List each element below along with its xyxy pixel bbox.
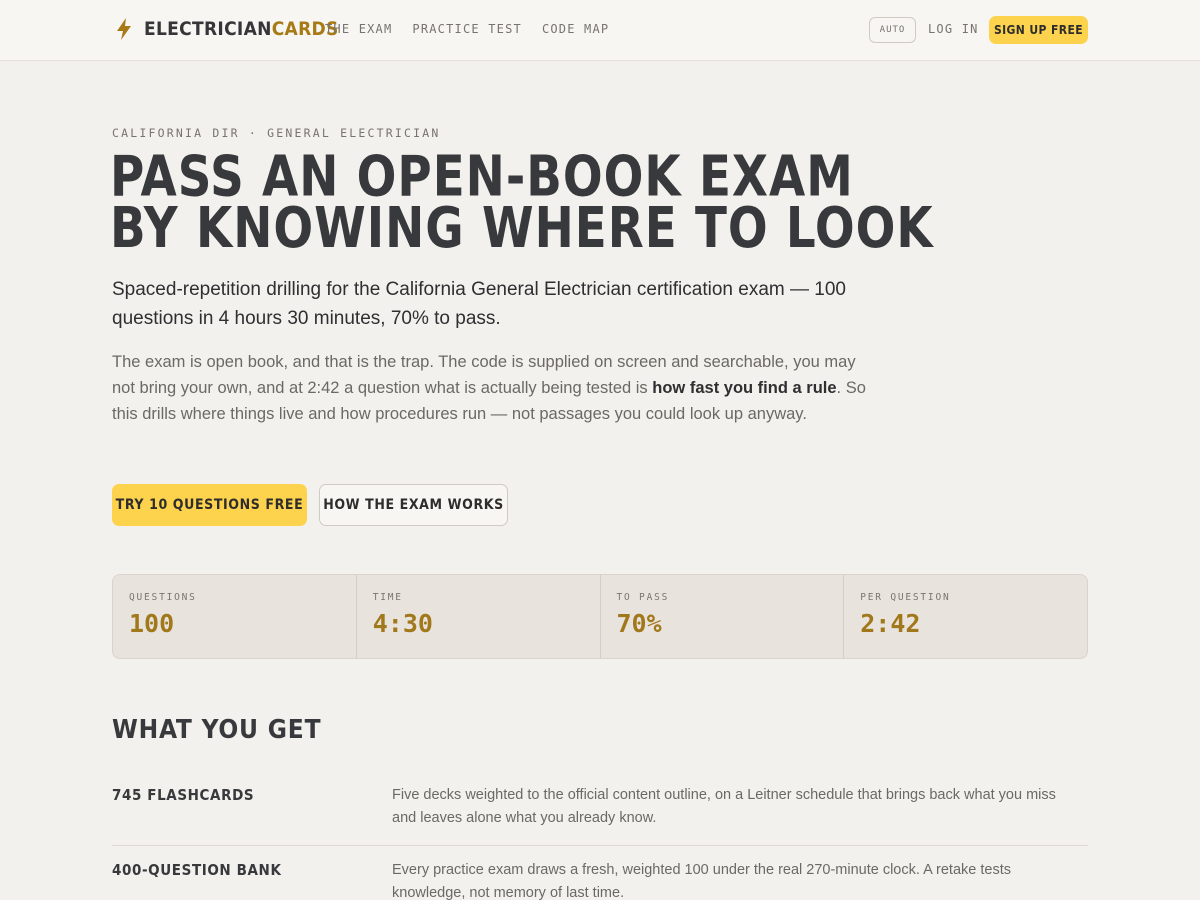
exam-stats: QUESTIONS 100 TIME 4:30 TO PASS 70% PER … bbox=[112, 574, 1088, 659]
stat-value: 2:42 bbox=[860, 609, 921, 638]
stat-time: TIME 4:30 bbox=[357, 575, 601, 658]
logo-wordmark: ELECTRICIANCARDS bbox=[144, 18, 339, 40]
lightning-bolt-icon bbox=[117, 18, 131, 40]
feature-description: Five decks weighted to the official cont… bbox=[392, 787, 1056, 826]
hero-title-line2: BY KNOWING WHERE TO LOOK bbox=[110, 196, 934, 262]
site-header: ELECTRICIANCARDS THE EXAM PRACTICE TEST … bbox=[0, 0, 1200, 61]
feature-item-flashcards: 745 FLASHCARDS Five decks weighted to th… bbox=[112, 784, 1088, 846]
theme-toggle-button[interactable]: AUTO bbox=[869, 17, 916, 43]
feature-title: 745 FLASHCARDS bbox=[112, 786, 255, 804]
stat-value: 4:30 bbox=[372, 609, 433, 638]
stat-to-pass: TO PASS 70% bbox=[601, 575, 845, 658]
nav-the-exam[interactable]: THE EXAM bbox=[325, 22, 392, 36]
how-exam-works-button[interactable]: HOW THE EXAM WORKS bbox=[319, 484, 508, 526]
signup-button[interactable]: SIGN UP FREE bbox=[989, 16, 1088, 44]
stat-questions: QUESTIONS 100 bbox=[113, 575, 357, 658]
features-heading: WHAT YOU GET bbox=[112, 715, 322, 745]
main-nav: THE EXAM PRACTICE TEST CODE MAP bbox=[325, 22, 609, 36]
nav-code-map[interactable]: CODE MAP bbox=[542, 22, 609, 36]
hero-body: The exam is open book, and that is the t… bbox=[112, 349, 872, 427]
feature-title: 400-QUESTION BANK bbox=[112, 861, 282, 879]
nav-practice-test[interactable]: PRACTICE TEST bbox=[412, 22, 522, 36]
hero-title: PASS AN OPEN-BOOK EXAM BY KNOWING WHERE … bbox=[110, 149, 1010, 257]
hero-eyebrow: CALIFORNIA DIR · GENERAL ELECTRICIAN bbox=[112, 126, 441, 140]
hero-body-emphasis: how fast you find a rule bbox=[652, 379, 837, 397]
stat-value: 100 bbox=[129, 609, 175, 638]
stat-label: TO PASS bbox=[616, 592, 670, 603]
feature-description: Every practice exam draws a fresh, weigh… bbox=[392, 862, 1011, 900]
hero-lead: Spaced-repetition drilling for the Calif… bbox=[112, 279, 846, 329]
stat-label: PER QUESTION bbox=[860, 592, 951, 603]
login-link[interactable]: LOG IN bbox=[928, 22, 979, 36]
try-free-button[interactable]: TRY 10 QUESTIONS FREE bbox=[112, 484, 307, 526]
stat-label: TIME bbox=[372, 592, 403, 603]
stat-label: QUESTIONS bbox=[129, 592, 197, 603]
stat-per-question: PER QUESTION 2:42 bbox=[844, 575, 1087, 658]
site-logo[interactable]: ELECTRICIANCARDS bbox=[114, 17, 339, 41]
stat-value: 70% bbox=[616, 609, 662, 638]
logo-main-text: ELECTRICIAN bbox=[144, 18, 272, 40]
